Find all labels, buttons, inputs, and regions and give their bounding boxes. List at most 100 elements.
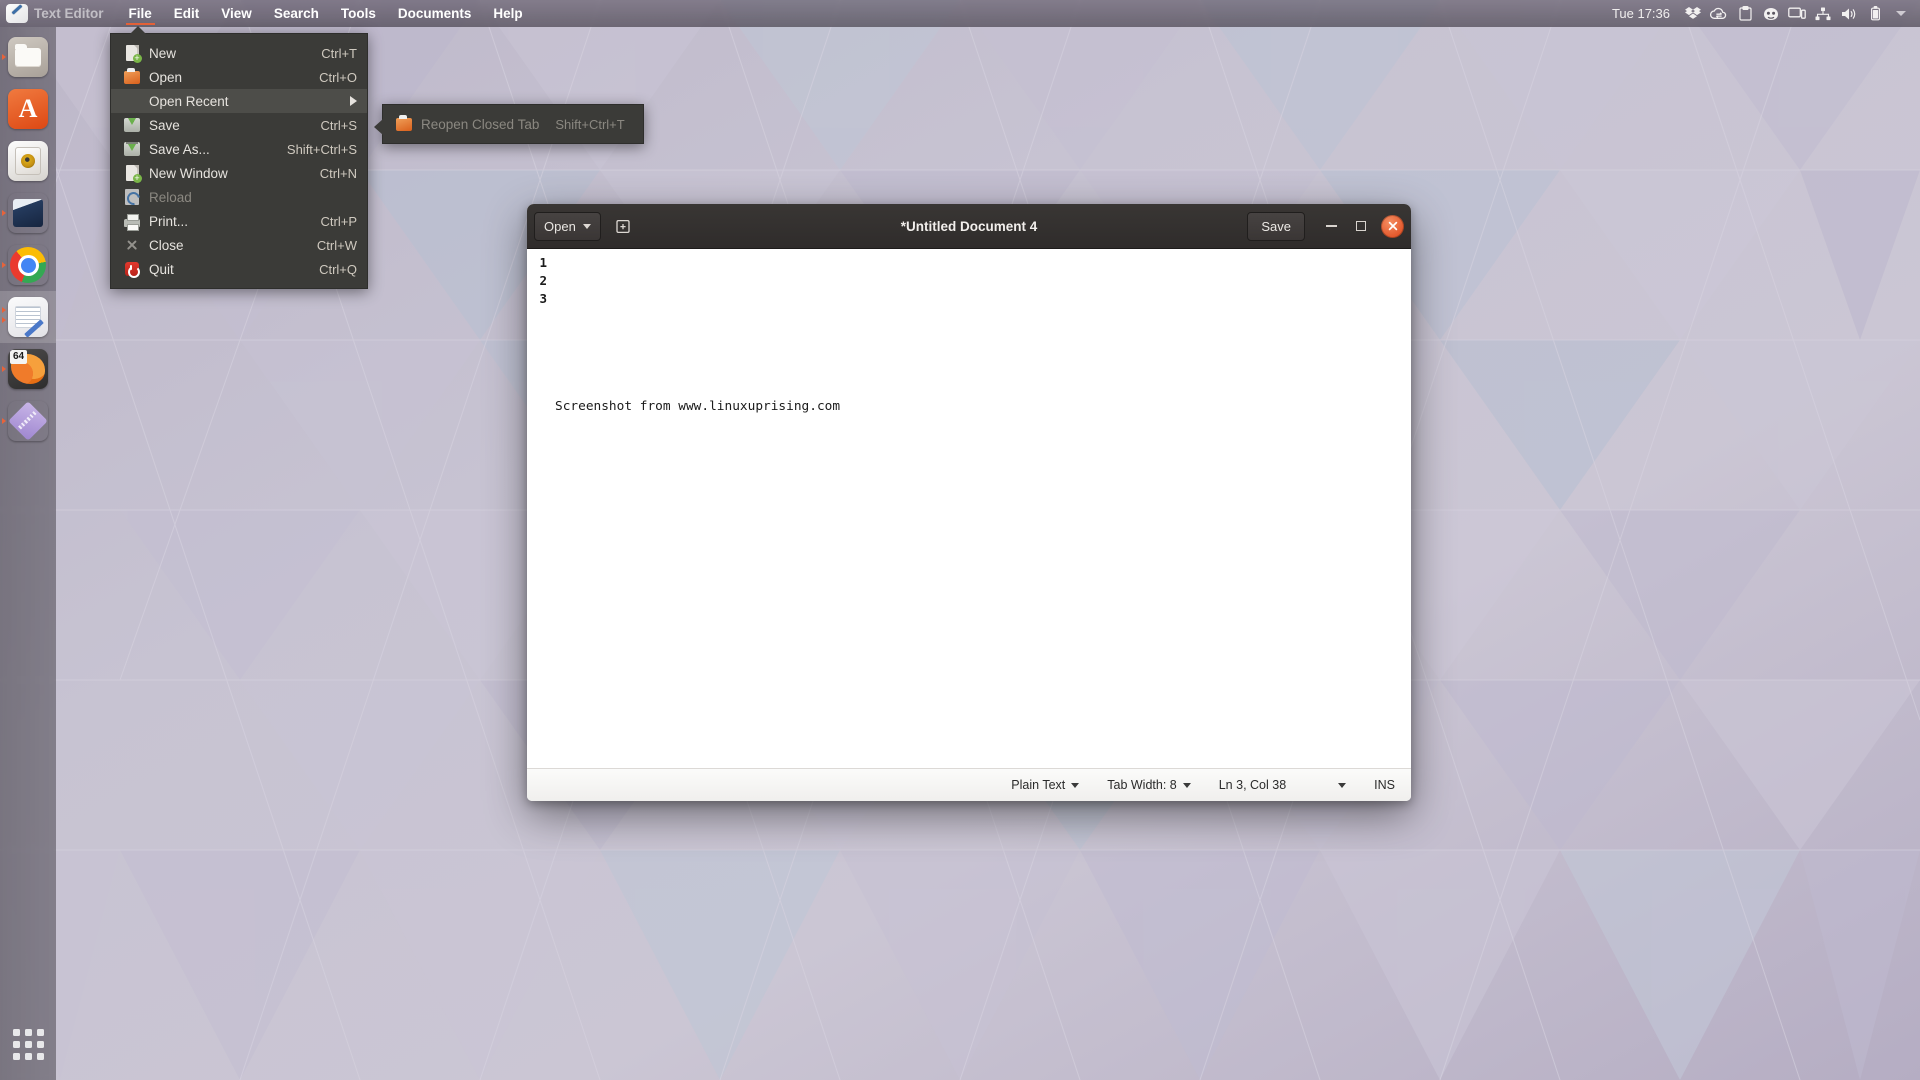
ubuntu-software-icon: A — [8, 89, 48, 129]
menu-item-label: Quit — [149, 261, 174, 277]
new-tab-icon — [616, 219, 630, 233]
quit-icon — [123, 260, 141, 278]
launcher-item-rhythmbox[interactable] — [0, 135, 56, 187]
menu-item-save[interactable]: Save Ctrl+S — [111, 113, 367, 137]
file-menu-dropdown: + New Ctrl+T Open Ctrl+O Open Recent Sav… — [110, 26, 368, 289]
menu-item-accel: Ctrl+Q — [319, 261, 357, 277]
launcher-item-archive[interactable] — [0, 395, 56, 447]
panel-clock[interactable]: Tue 17:36 — [1612, 6, 1670, 21]
save-as-icon — [123, 140, 141, 158]
menu-item-reopen-closed-tab: Reopen Closed Tab Shift+Ctrl+T — [383, 111, 643, 137]
sync-cloud-icon[interactable] — [1708, 4, 1730, 24]
launcher-item-software[interactable]: A — [0, 83, 56, 135]
clipboard-icon[interactable] — [1734, 4, 1756, 24]
no-icon — [123, 92, 141, 110]
gimp-icon: 64 — [8, 349, 48, 389]
menu-item-label: Reopen Closed Tab — [421, 116, 540, 132]
running-pip — [2, 210, 6, 216]
close-icon — [1388, 221, 1397, 231]
open-button[interactable]: Open — [534, 211, 601, 241]
menu-item-new[interactable]: + New Ctrl+T — [111, 41, 367, 65]
menu-item-label: Open Recent — [149, 93, 229, 109]
launcher-item-chrome[interactable] — [0, 239, 56, 291]
menu-item-print[interactable]: Print... Ctrl+P — [111, 209, 367, 233]
dropbox-icon[interactable] — [1682, 4, 1704, 24]
running-pip — [2, 366, 6, 372]
bot-face-icon[interactable] — [1760, 4, 1782, 24]
running-pip — [2, 54, 6, 60]
new-document-icon: + — [123, 44, 142, 63]
menu-item-label: New Window — [149, 165, 228, 181]
menu-item-label: New — [149, 45, 177, 61]
minimize-button[interactable] — [1317, 212, 1345, 240]
menu-item-open-recent[interactable]: Open Recent — [111, 89, 367, 113]
display-icon[interactable] — [1786, 4, 1808, 24]
panel-menu-edit[interactable]: Edit — [163, 2, 211, 26]
files-icon — [8, 37, 48, 77]
panel-tray: Tue 17:36 — [1612, 4, 1920, 24]
menu-item-label: Open — [149, 69, 183, 85]
show-applications-button[interactable] — [0, 1018, 56, 1070]
language-label: Plain Text — [1011, 778, 1066, 792]
launcher-badge: 64 — [10, 350, 28, 364]
running-pip — [2, 262, 6, 268]
gedit-icon — [8, 297, 48, 337]
battery-icon[interactable] — [1864, 4, 1886, 24]
text-content[interactable]: Screenshot from www.linuxuprising.com — [547, 249, 1411, 768]
menu-item-quit[interactable]: Quit Ctrl+Q — [111, 257, 367, 281]
open-recent-submenu: Reopen Closed Tab Shift+Ctrl+T — [374, 104, 644, 144]
network-icon[interactable] — [1812, 4, 1834, 24]
cursor-position-selector[interactable]: Ln 3, Col 38 — [1205, 778, 1360, 792]
unity-launcher: A 64 — [0, 27, 56, 1080]
google-chrome-icon — [8, 245, 48, 285]
menu-item-accel: Ctrl+N — [319, 165, 357, 181]
chevron-down-icon[interactable] — [1890, 4, 1912, 24]
menu-item-close[interactable]: Close Ctrl+W — [111, 233, 367, 257]
menu-item-open[interactable]: Open Ctrl+O — [111, 65, 367, 89]
open-folder-icon — [395, 114, 413, 133]
menu-item-accel: Ctrl+T — [321, 45, 357, 61]
menu-item-new-window[interactable]: + New Window Ctrl+N — [111, 161, 367, 185]
running-pip — [2, 317, 6, 323]
launcher-item-virtualbox[interactable] — [0, 187, 56, 239]
line-number: 2 — [539, 273, 547, 288]
chevron-down-icon — [1182, 782, 1191, 788]
menu-item-label: Save — [149, 117, 180, 133]
menu-item-save-as[interactable]: Save As... Shift+Ctrl+S — [111, 137, 367, 161]
panel-menu-help[interactable]: Help — [482, 2, 533, 26]
open-folder-icon — [123, 67, 141, 86]
virtualbox-icon — [8, 193, 48, 233]
menu-item-accel: Shift+Ctrl+T — [555, 116, 625, 132]
menu-item-label: Close — [149, 237, 184, 253]
panel-menu-tools[interactable]: Tools — [330, 2, 387, 26]
panel-menu-file[interactable]: File — [118, 2, 163, 26]
save-button[interactable]: Save — [1247, 211, 1305, 241]
panel-menu-view[interactable]: View — [210, 2, 263, 26]
launcher-item-text-editor[interactable] — [0, 291, 56, 343]
line-number: 3 — [539, 291, 547, 306]
running-pip — [2, 418, 6, 424]
new-tab-button[interactable] — [609, 212, 639, 241]
volume-icon[interactable] — [1838, 4, 1860, 24]
menu-item-accel: Ctrl+S — [320, 117, 357, 133]
running-pip — [2, 307, 6, 313]
menu-item-label: Reload — [149, 189, 192, 205]
rhythmbox-icon — [8, 141, 48, 181]
language-selector[interactable]: Plain Text — [997, 778, 1093, 792]
open-button-label: Open — [544, 218, 576, 234]
panel-menu-search[interactable]: Search — [263, 2, 330, 26]
archive-manager-icon — [8, 401, 48, 441]
close-button[interactable] — [1381, 214, 1404, 238]
gedit-headerbar: Open *Untitled Document 4 Save — [527, 204, 1411, 249]
editor-area[interactable]: 1 2 3 Screenshot from www.linuxuprising.… — [527, 249, 1411, 768]
launcher-item-gimp[interactable]: 64 — [0, 343, 56, 395]
launcher-item-files[interactable] — [0, 31, 56, 83]
top-panel: Text Editor File Edit View Search Tools … — [0, 0, 1920, 27]
panel-menu-documents[interactable]: Documents — [387, 2, 483, 26]
tab-width-selector[interactable]: Tab Width: 8 — [1093, 778, 1204, 792]
maximize-button[interactable] — [1347, 212, 1375, 240]
line-number-gutter: 1 2 3 — [527, 249, 547, 768]
minimize-icon — [1325, 225, 1337, 227]
